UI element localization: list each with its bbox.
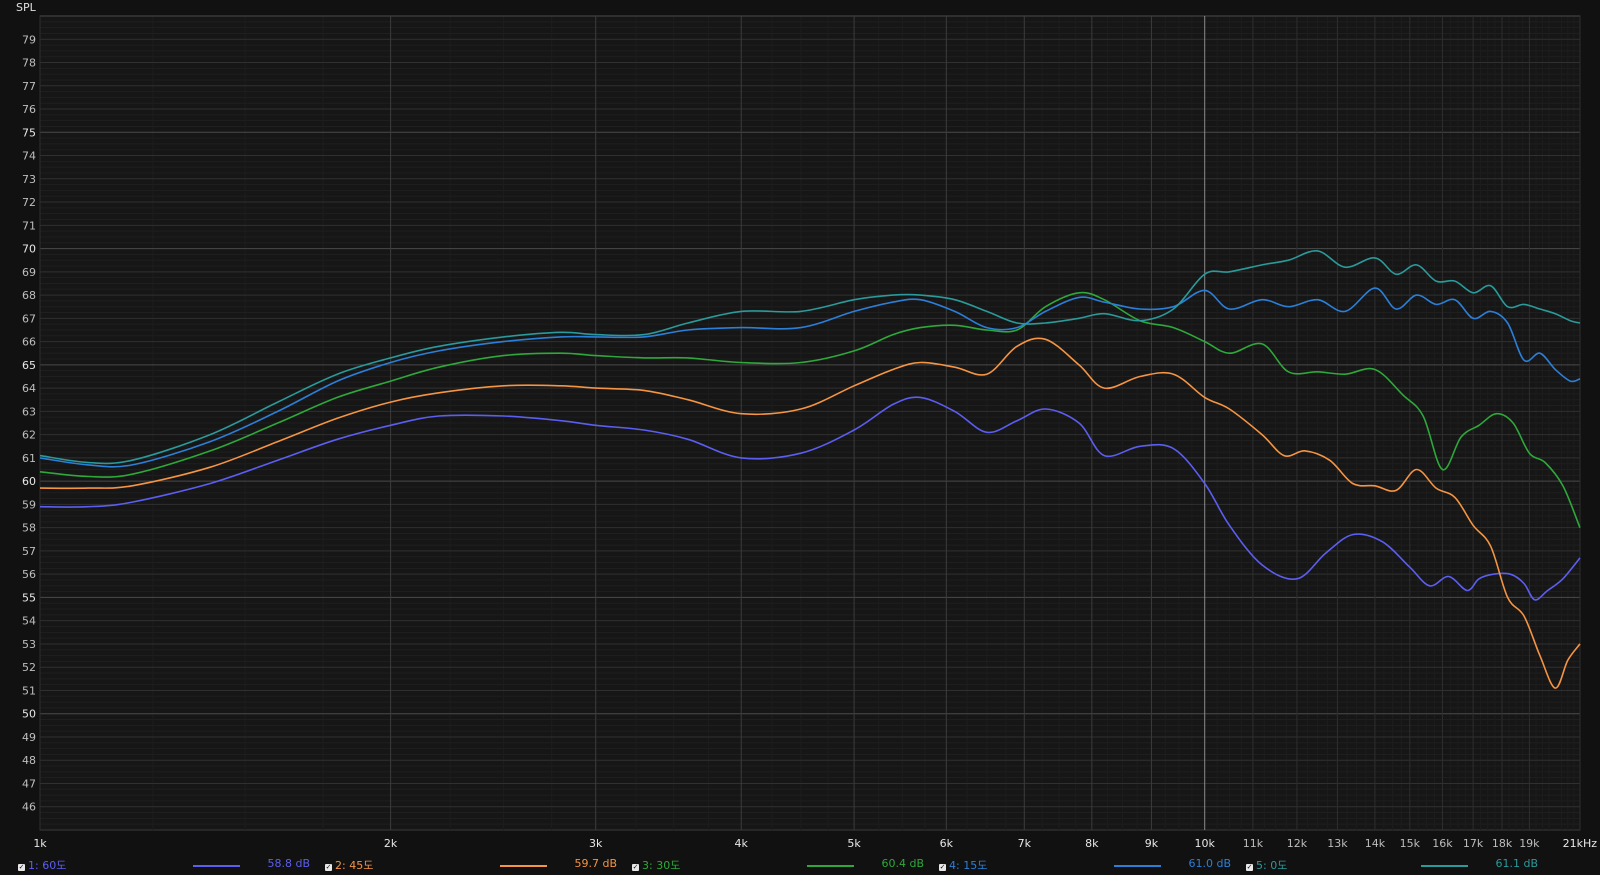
legend-item-3[interactable]: ✓ 3: 30도 (632, 857, 680, 873)
y-tick-label: 54 (22, 615, 36, 628)
y-tick-label: 53 (22, 638, 36, 651)
legend-average-value: 61.0 dB (1188, 857, 1231, 870)
x-tick-label: 18k (1492, 837, 1513, 850)
y-tick-label: 48 (22, 754, 36, 767)
legend: ✓ 1: 60도 58.8 dB ✓ 2: 45도 59.7 dB ✓ 3: 30도 60.4 … (0, 855, 1600, 875)
legend-item-5[interactable]: ✓ 5: 0도 (1246, 857, 1287, 873)
x-tick-label: 10k (1195, 837, 1216, 850)
legend-average-value: 61.1 dB (1495, 857, 1538, 870)
y-tick-label: 49 (22, 731, 36, 744)
y-tick-label: 47 (22, 777, 36, 790)
legend-label: 1: 60도 (28, 859, 67, 872)
y-tick-label: 51 (22, 684, 36, 697)
y-tick-label: 61 (22, 452, 36, 465)
minor-gridlines (40, 16, 1580, 830)
legend-item-4[interactable]: ✓ 4: 15도 (939, 857, 987, 873)
x-tick-label: 9k (1145, 837, 1159, 850)
legend-label: 4: 15도 (949, 859, 988, 872)
y-tick-label: 75 (22, 126, 36, 139)
legend-label: 2: 45도 (335, 859, 374, 872)
x-tick-label: 21kHz (1563, 837, 1598, 850)
y-tick-label: 55 (22, 591, 36, 604)
x-tick-label: 3k (589, 837, 603, 850)
legend-average-value: 58.8 dB (267, 857, 310, 870)
y-axis-label: SPL (16, 1, 36, 14)
legend-swatch (500, 865, 547, 867)
y-tick-label: 50 (22, 708, 36, 721)
x-tick-label: 4k (735, 837, 749, 850)
x-tick-label: 17k (1463, 837, 1484, 850)
x-tick-label: 12k (1287, 837, 1308, 850)
y-tick-label: 56 (22, 568, 36, 581)
legend-checkbox[interactable]: ✓ (632, 864, 639, 871)
legend-swatch (1114, 865, 1161, 867)
x-tick-label: 7k (1018, 837, 1032, 850)
y-tick-label: 60 (22, 475, 36, 488)
y-tick-label: 77 (22, 80, 36, 93)
legend-checkbox[interactable]: ✓ (939, 864, 946, 871)
x-tick-label: 5k (847, 837, 861, 850)
legend-checkbox[interactable]: ✓ (18, 864, 25, 871)
y-tick-label: 71 (22, 219, 36, 232)
y-tick-label: 46 (22, 801, 36, 814)
x-tick-label: 6k (940, 837, 954, 850)
y-tick-label: 58 (22, 522, 36, 535)
legend-item-1[interactable]: ✓ 1: 60도 (18, 857, 66, 873)
y-tick-label: 74 (22, 150, 36, 163)
legend-average-value: 59.7 dB (574, 857, 617, 870)
legend-swatch (193, 865, 240, 867)
x-tick-label: 2k (384, 837, 398, 850)
legend-label: 3: 30도 (642, 859, 681, 872)
legend-swatch (807, 865, 854, 867)
y-tick-label: 65 (22, 359, 36, 372)
y-tick-label: 70 (22, 243, 36, 256)
x-tick-label: 13k (1327, 837, 1348, 850)
legend-checkbox[interactable]: ✓ (1246, 864, 1253, 871)
legend-checkbox[interactable]: ✓ (325, 864, 332, 871)
legend-label: 5: 0도 (1256, 859, 1288, 872)
y-tick-label: 69 (22, 266, 36, 279)
x-tick-label: 15k (1400, 837, 1421, 850)
x-tick-label: 8k (1085, 837, 1099, 850)
legend-item-2[interactable]: ✓ 2: 45도 (325, 857, 373, 873)
y-tick-label: 52 (22, 661, 36, 674)
legend-average-value: 60.4 dB (881, 857, 924, 870)
y-tick-label: 59 (22, 498, 36, 511)
y-tick-label: 57 (22, 545, 36, 558)
y-tick-label: 64 (22, 382, 36, 395)
y-tick-label: 66 (22, 336, 36, 349)
y-tick-label: 67 (22, 312, 36, 325)
y-tick-label: 63 (22, 405, 36, 418)
y-tick-label: 62 (22, 429, 36, 442)
y-tick-label: 78 (22, 57, 36, 70)
legend-swatch (1421, 865, 1468, 867)
x-tick-label: 16k (1432, 837, 1453, 850)
y-tick-label: 68 (22, 289, 36, 302)
x-tick-label: 11k (1243, 837, 1264, 850)
x-tick-label: 1k (33, 837, 47, 850)
x-tick-label: 19k (1519, 837, 1540, 850)
y-tick-label: 73 (22, 173, 36, 186)
y-tick-label: 76 (22, 103, 36, 116)
y-tick-label: 79 (22, 33, 36, 46)
frequency-response-chart: 46 47 48 49 50 51 52 53 54 55 56 57 58 59 60 61 62 63 64 65… (0, 0, 1600, 875)
y-tick-label: 72 (22, 196, 36, 209)
x-tick-label: 14k (1365, 837, 1386, 850)
